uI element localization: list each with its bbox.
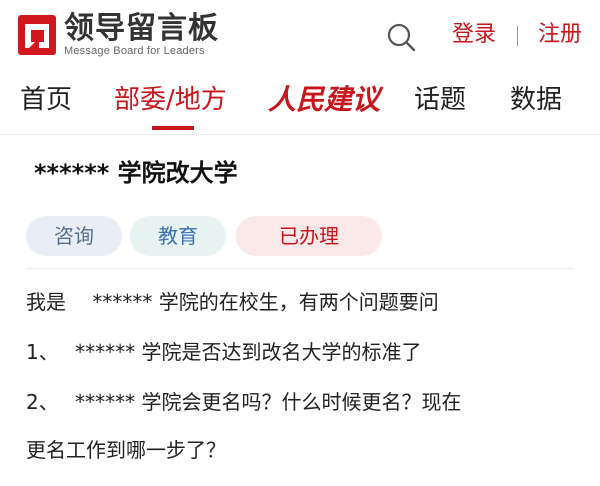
tag-education[interactable]: 教育 — [130, 216, 226, 256]
header-separator — [517, 26, 518, 46]
message-body-line: 更名工作到哪一步了？ — [26, 438, 226, 462]
tag-consult[interactable]: 咨询 — [26, 216, 122, 256]
main-nav: 首页 部委/地方 人民建议 话题 数据 — [0, 74, 600, 135]
login-link[interactable]: 登录 — [452, 20, 496, 50]
logo-title: 领导留言板 — [64, 10, 219, 46]
logo-subtitle: Message Board for Leaders — [64, 44, 205, 57]
nav-item-people-suggestions[interactable]: 人民建议 — [268, 80, 380, 120]
register-link[interactable]: 注册 — [538, 20, 582, 50]
content-divider — [26, 268, 574, 269]
header: 领导留言板 Message Board for Leaders 登录 注册 — [0, 0, 600, 70]
search-icon[interactable] — [386, 22, 416, 52]
nav-item-data[interactable]: 数据 — [510, 82, 562, 118]
logo-mark-icon — [18, 15, 56, 55]
site-logo[interactable]: 领导留言板 Message Board for Leaders — [18, 12, 219, 58]
message-body-line: 1、 ****** 学院是否达到改名大学的标准了 — [26, 340, 422, 364]
nav-item-home[interactable]: 首页 — [20, 82, 72, 118]
message-body-line: 2、 ****** 学院会更名吗？什么时候更名？现在 — [26, 390, 462, 414]
nav-item-topics[interactable]: 话题 — [414, 82, 466, 118]
message-body-line: 我是 ****** 学院的在校生，有两个问题要问 — [26, 290, 439, 314]
status-badge: 已办理 — [236, 216, 382, 256]
message-title: ****** 学院改大学 — [34, 159, 238, 187]
logo-text: 领导留言板 Message Board for Leaders — [64, 10, 219, 58]
active-tab-indicator — [152, 126, 194, 130]
nav-item-departments[interactable]: 部委/地方 — [114, 82, 227, 118]
